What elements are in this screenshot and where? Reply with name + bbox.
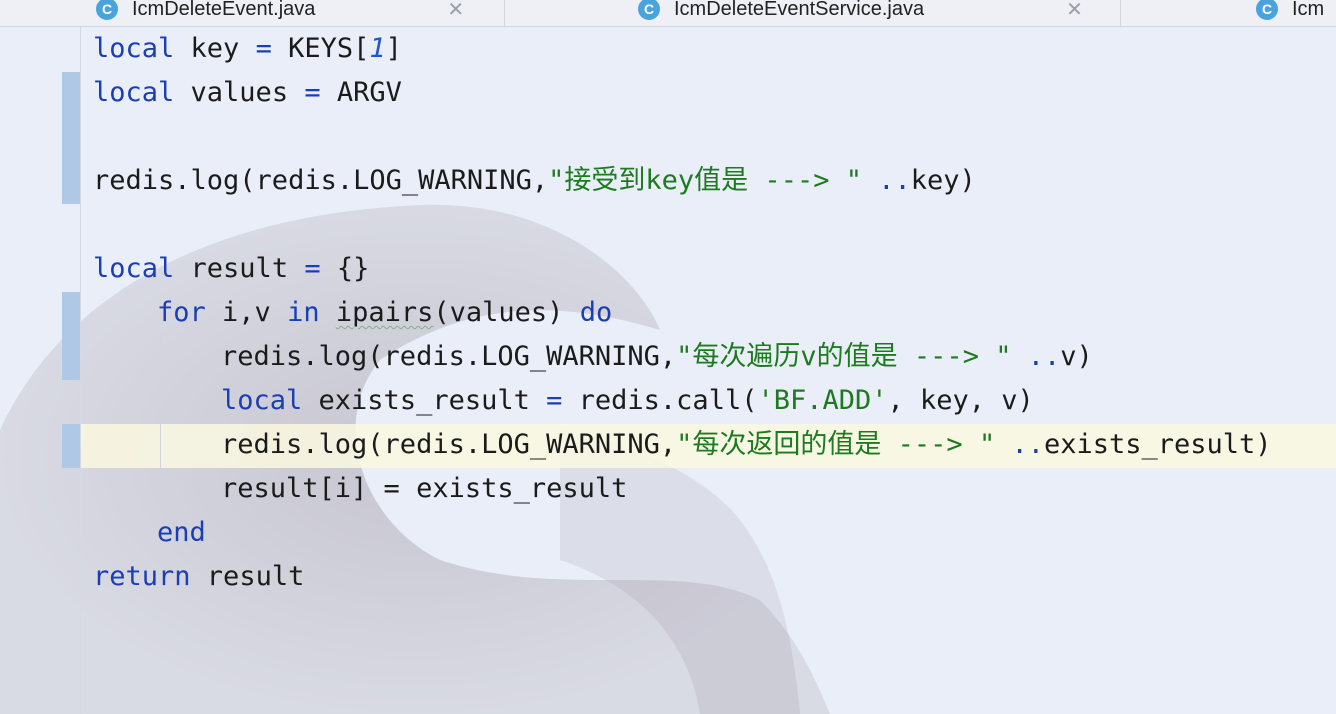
code-line-12[interactable]: end xyxy=(157,511,206,555)
code-line-4[interactable]: redis.log(redis.LOG_WARNING,"接受到key值是 --… xyxy=(93,159,976,203)
change-marker[interactable] xyxy=(62,292,80,380)
close-icon[interactable]: ✕ xyxy=(1066,0,1083,22)
tab-label: Icm xyxy=(1292,0,1325,20)
indent-guide xyxy=(160,336,161,512)
tab-icm-delete-event[interactable]: C IcmDeleteEvent.java ✕ xyxy=(96,0,505,26)
code-line-11[interactable]: result[i] = exists_result xyxy=(221,467,627,511)
code-line-9[interactable]: local exists_result = redis.call('BF.ADD… xyxy=(221,379,1034,423)
code-editor[interactable]: local key = KEYS[1] local values = ARGV … xyxy=(81,27,1336,714)
tab-label: IcmDeleteEventService.java xyxy=(674,0,925,20)
class-icon: C xyxy=(1256,0,1278,20)
code-line-2[interactable]: local values = ARGV xyxy=(93,71,402,115)
code-line-6[interactable]: local result = {} xyxy=(93,247,369,291)
class-icon: C xyxy=(638,0,660,20)
close-icon[interactable]: ✕ xyxy=(447,0,464,22)
code-line-1[interactable]: local key = KEYS[1] xyxy=(93,27,402,71)
class-icon: C xyxy=(96,0,118,20)
code-line-8[interactable]: redis.log(redis.LOG_WARNING,"每次遍历v的值是 --… xyxy=(221,335,1093,379)
tab-label: IcmDeleteEvent.java xyxy=(132,0,316,20)
warning-squiggle[interactable]: ipairs xyxy=(336,297,434,328)
code-line-13[interactable]: return result xyxy=(93,555,304,599)
editor-gutter[interactable] xyxy=(0,27,81,714)
editor-tab-bar: C IcmDeleteEvent.java ✕ C IcmDeleteEvent… xyxy=(0,0,1336,27)
code-line-7[interactable]: for i,v in ipairs(values) do xyxy=(157,291,612,335)
change-marker[interactable] xyxy=(62,72,80,204)
tab-icm[interactable]: C Icm xyxy=(1122,0,1336,26)
tab-icm-delete-event-service[interactable]: C IcmDeleteEventService.java ✕ xyxy=(505,0,1121,26)
change-marker[interactable] xyxy=(62,424,80,468)
code-line-10[interactable]: redis.log(redis.LOG_WARNING,"每次返回的值是 ---… xyxy=(221,423,1272,467)
